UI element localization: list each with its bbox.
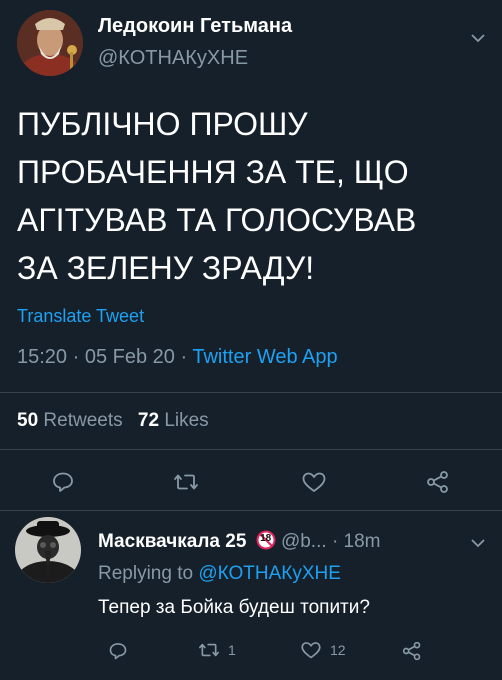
divider — [0, 392, 502, 393]
author-name[interactable]: Ледокоин Гетьмана — [98, 15, 292, 38]
tweet-text-line: АГІТУВАВ ТА ГОЛОСУВАВ — [17, 202, 417, 238]
timestamp-line: 15:20 · 05 Feb 20 · Twitter Web App — [17, 346, 338, 369]
tweet-text: ПУБЛІЧНО ПРОШУ ПРОБАЧЕННЯ ЗА ТЕ, ЩО АГІТ… — [17, 100, 416, 292]
comment-icon[interactable] — [108, 641, 128, 661]
reply-header: Масквачкала 25 18 @b... · 18m — [98, 530, 381, 553]
replying-to-handle[interactable]: @КОТНАКуХНЕ — [198, 563, 341, 584]
likes-count: 72 — [137, 410, 160, 431]
tweet-text-line: ПУБЛІЧНО ПРОШУ — [17, 106, 308, 142]
author-handle[interactable]: @КОТНАКуХНЕ — [98, 47, 248, 70]
translate-tweet-link[interactable]: Translate Tweet — [17, 306, 144, 327]
tweet-text-line: ПРОБАЧЕННЯ ЗА ТЕ, ЩО — [17, 154, 409, 190]
tweet-source[interactable]: Twitter Web App — [192, 346, 337, 368]
retweet-icon[interactable] — [198, 640, 220, 660]
separator: · — [331, 531, 339, 552]
tweet-text-line: ЗА ЗЕЛЕНУ ЗРАДУ! — [17, 250, 315, 286]
divider — [0, 449, 502, 450]
reply-author-avatar[interactable] — [15, 517, 81, 583]
retweets-label: Retweets — [43, 410, 123, 431]
tweet-date[interactable]: 05 Feb 20 — [85, 346, 175, 368]
reply-text: Тепер за Бойка будеш топити? — [98, 597, 370, 618]
retweets-count: 50 — [17, 410, 39, 431]
reply-like-count: 12 — [330, 642, 346, 658]
comment-icon[interactable] — [51, 470, 75, 494]
reply-author-name[interactable]: Масквачкала 25 — [98, 531, 246, 552]
reply-retweet-count: 1 — [228, 642, 236, 658]
heart-icon[interactable] — [300, 640, 322, 660]
tweet-stats: 50 Retweets 72 Likes — [17, 410, 209, 432]
separator: · — [72, 346, 80, 368]
heart-icon[interactable] — [301, 470, 327, 494]
likes-stat[interactable]: 72 Likes — [138, 410, 209, 431]
tweet-time[interactable]: 15:20 — [17, 346, 67, 368]
share-icon[interactable] — [425, 470, 451, 494]
retweet-icon[interactable] — [173, 470, 199, 494]
separator: · — [180, 346, 188, 368]
replying-to-label: Replying to — [98, 563, 194, 584]
reply-time[interactable]: 18m — [344, 531, 381, 552]
likes-label: Likes — [164, 410, 209, 431]
badge-number: 18 — [260, 533, 272, 544]
reply-retweet-action[interactable]: 1 — [198, 640, 236, 660]
reply-author-handle[interactable]: @b... — [281, 531, 327, 552]
reply-like-action[interactable]: 12 — [300, 640, 346, 660]
chevron-down-icon[interactable] — [470, 32, 486, 44]
retweets-stat[interactable]: 50 Retweets — [17, 410, 128, 431]
share-icon[interactable] — [401, 641, 423, 661]
divider — [0, 510, 502, 511]
author-avatar[interactable] — [17, 10, 83, 76]
prohibited-18-badge: 18 — [256, 530, 276, 550]
chevron-down-icon[interactable] — [470, 537, 486, 549]
replying-to: Replying to @КОТНАКуХНЕ — [98, 563, 341, 585]
